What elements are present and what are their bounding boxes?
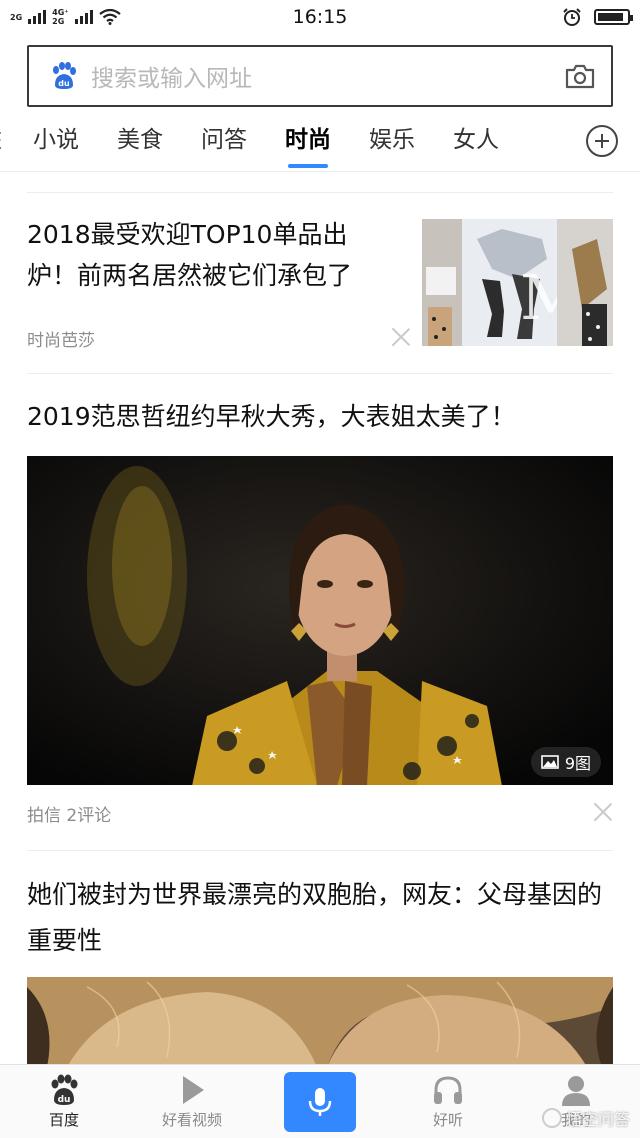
image-count-badge: 9图	[530, 747, 601, 777]
image-count: 9图	[564, 754, 591, 773]
nav-voice[interactable]	[256, 1065, 384, 1138]
svg-text:du: du	[58, 79, 70, 88]
category-tabs: E 小说 美食 问答 时尚 娱乐 女人	[0, 112, 640, 172]
add-channel-icon[interactable]	[586, 125, 618, 157]
watermark-logo-icon	[541, 1108, 562, 1128]
wifi-icon	[98, 9, 121, 25]
divider	[27, 850, 613, 851]
baidu-paw-icon: du	[51, 1074, 78, 1105]
sim1-network-label: 2G	[10, 12, 23, 22]
article-image[interactable]: 9图	[27, 456, 613, 785]
article-image[interactable]	[27, 977, 613, 1067]
dismiss-icon[interactable]	[593, 802, 613, 822]
nav-video[interactable]: 好看视频	[128, 1065, 256, 1138]
tab-partial[interactable]: E	[0, 129, 14, 155]
tab-qa[interactable]: 问答	[182, 112, 266, 172]
divider	[27, 192, 613, 193]
article-source: 时尚芭莎	[27, 331, 95, 351]
bottom-nav: du 百度 好看视频 好听 我的 悟空问答	[0, 1064, 640, 1138]
headphones-icon	[434, 1076, 462, 1104]
voice-search-button[interactable]	[284, 1071, 356, 1132]
article-source: 拍信 2评论	[27, 806, 112, 826]
search-input[interactable]: 搜索或输入网址	[91, 59, 565, 93]
tab-women[interactable]: 女人	[434, 112, 518, 172]
svg-text:du: du	[58, 1095, 71, 1105]
battery-icon	[594, 9, 633, 25]
article-thumbnail[interactable]: M	[422, 219, 613, 346]
nav-home-label: 百度	[48, 1111, 79, 1129]
tab-food[interactable]: 美食	[98, 112, 182, 172]
divider	[27, 373, 613, 374]
tab-entertainment[interactable]: 娱乐	[350, 112, 434, 172]
status-right	[430, 7, 633, 27]
play-icon	[183, 1076, 204, 1104]
watermark: 悟空问答	[541, 1106, 630, 1130]
baidu-logo-icon: du	[53, 62, 76, 89]
search-bar[interactable]: du 搜索或输入网址	[27, 45, 613, 107]
nav-home[interactable]: du 百度	[0, 1065, 128, 1138]
tab-fashion[interactable]: 时尚	[266, 112, 350, 172]
gallery-icon	[541, 755, 559, 769]
sim2-network-label: 4G⁺ 2G	[52, 8, 69, 26]
signal-bars-icon	[28, 10, 47, 24]
tab-novel[interactable]: 小说	[14, 112, 98, 172]
microphone-icon	[308, 1087, 332, 1116]
user-icon	[562, 1076, 590, 1106]
signal-bars-icon	[74, 10, 93, 24]
nav-listen[interactable]: 好听	[384, 1065, 512, 1138]
article-title[interactable]: 2019范思哲纽约早秋大秀，大表姐太美了！	[27, 396, 613, 437]
nav-listen-label: 好听	[432, 1111, 463, 1129]
article-title[interactable]: 她们被封为世界最漂亮的双胞胎，网友：父母基因的重要性	[27, 872, 613, 964]
article-title[interactable]: 2018最受欢迎TOP10单品出炉！前两名居然被它们承包了	[27, 214, 397, 296]
dismiss-icon[interactable]	[391, 327, 411, 347]
status-bar: 2G 4G⁺ 2G 16:15	[0, 0, 640, 34]
nav-video-label: 好看视频	[161, 1111, 222, 1129]
alarm-icon	[563, 8, 581, 26]
camera-icon[interactable]	[565, 63, 595, 89]
signal-indicators: 2G 4G⁺ 2G	[10, 8, 210, 26]
clock: 16:15	[292, 6, 348, 28]
